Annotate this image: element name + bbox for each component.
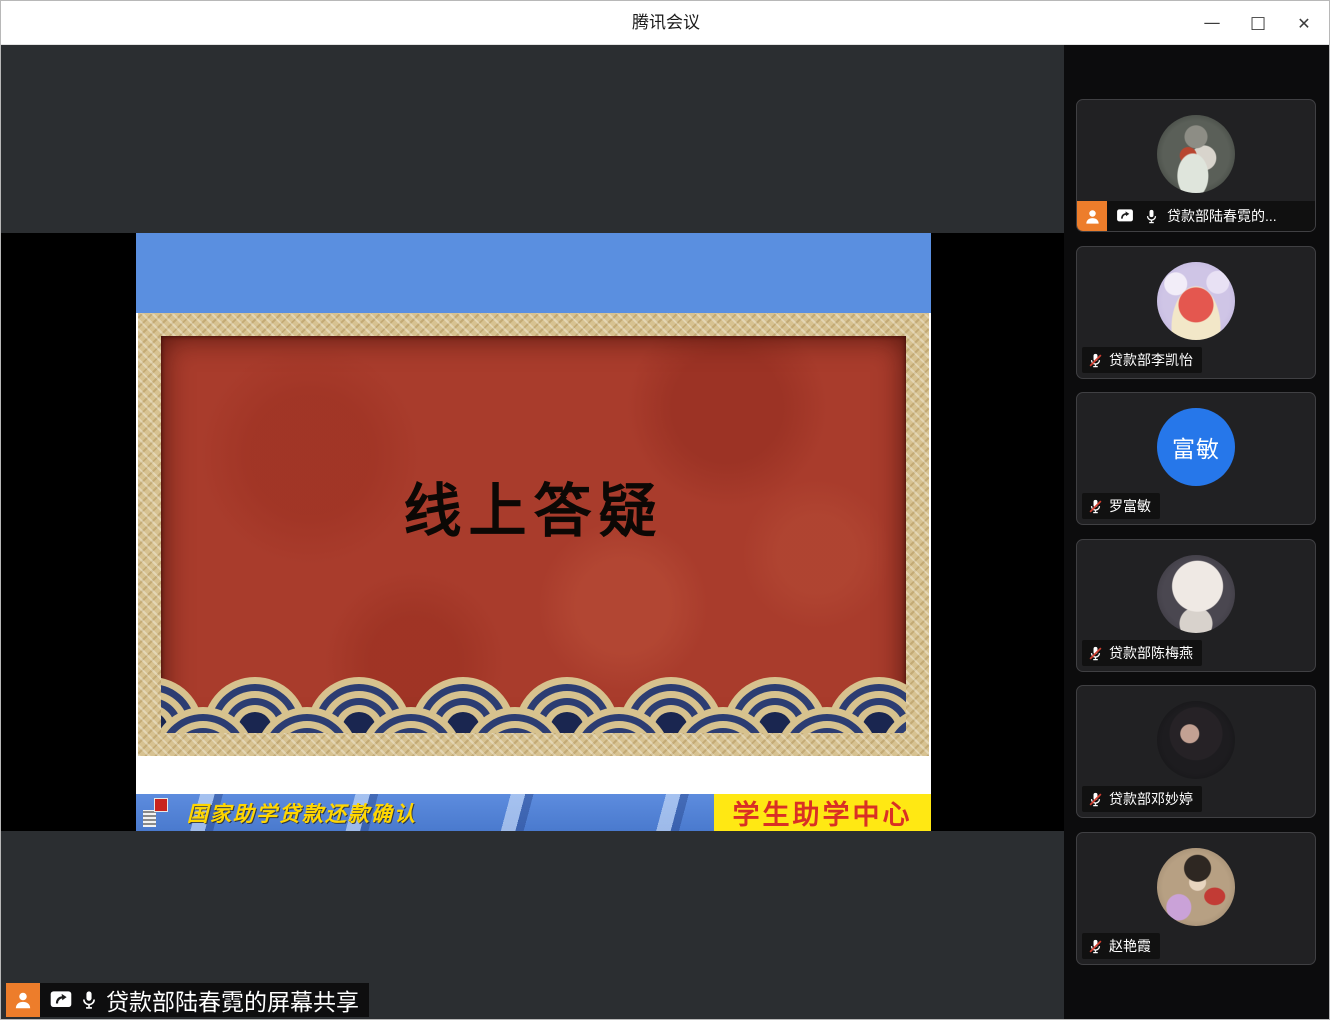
presenter-badge-icon	[6, 983, 40, 1017]
participant-name: 贷款部陆春霓的...	[1167, 208, 1277, 224]
participant-tile-chenmeiyan[interactable]: 贷款部陈梅燕	[1076, 539, 1316, 672]
participant-tile-luchunni[interactable]: 贷款部陆春霓的...	[1076, 99, 1316, 232]
screen-share-icon	[49, 990, 73, 1009]
microphone-icon	[1146, 208, 1157, 223]
participant-name-chip: 罗富敏	[1082, 493, 1160, 519]
maximize-button[interactable]: □	[1235, 1, 1281, 45]
participant-tile-luofumin[interactable]: 富敏 罗富敏	[1076, 392, 1316, 525]
participant-name-chip: 贷款部李凯怡	[1082, 347, 1202, 373]
minimize-button[interactable]: —	[1189, 1, 1235, 45]
participant-name: 贷款部陈梅燕	[1109, 645, 1193, 661]
avatar	[1157, 555, 1235, 633]
muted-microphone-icon	[1087, 938, 1104, 955]
avatar	[1157, 701, 1235, 779]
participant-tile-zhaoyanxia[interactable]: 赵艳霞	[1076, 832, 1316, 965]
window-titlebar: 腾讯会议 — □ ✕	[1, 1, 1329, 45]
muted-microphone-icon	[1087, 645, 1104, 662]
participant-tile-likaiyi[interactable]: 贷款部李凯怡	[1076, 246, 1316, 379]
screen-share-indicator[interactable]: 贷款部陆春霓的屏幕共享	[6, 983, 369, 1017]
slide-footer-left-text: 国家助学贷款还款确认	[187, 801, 417, 826]
participant-name: 罗富敏	[1109, 498, 1151, 514]
participants-sidebar: 贷款部陆春霓的... 贷款部李凯怡 富敏 罗富敏 贷款部陈梅燕 贷款部邓妙婷 赵…	[1064, 45, 1329, 1019]
window-controls: — □ ✕	[1189, 1, 1327, 45]
close-button[interactable]: ✕	[1281, 1, 1327, 45]
presentation-slide: 线上答疑 国家助学贷款还款确认 学生助学中心	[136, 233, 931, 831]
slide-top-band	[136, 233, 931, 313]
participant-name: 贷款部李凯怡	[1109, 352, 1193, 368]
slide-white-strip	[136, 756, 931, 791]
muted-microphone-icon	[1087, 352, 1104, 369]
slide-footer-banner: 国家助学贷款还款确认	[136, 794, 714, 831]
screen-share-indicator-label: 贷款部陆春霓的屏幕共享	[40, 983, 369, 1017]
participant-name: 贷款部邓妙婷	[1109, 791, 1193, 807]
slide-footer: 国家助学贷款还款确认 学生助学中心	[136, 794, 931, 831]
slide-logo-icon	[142, 798, 169, 827]
shared-screen-video: 线上答疑 国家助学贷款还款确认 学生助学中心	[1, 233, 1064, 831]
avatar: 富敏	[1157, 408, 1235, 486]
slide-title: 线上答疑	[403, 479, 664, 544]
avatar	[1157, 262, 1235, 340]
slide-red-panel: 线上答疑	[161, 336, 906, 733]
muted-microphone-icon	[1087, 498, 1104, 515]
screen-share-stage: 线上答疑 国家助学贷款还款确认 学生助学中心 贷款部陆春霓的屏幕共享	[1, 45, 1064, 1019]
participant-name-chip: 赵艳霞	[1082, 933, 1160, 959]
muted-microphone-icon	[1087, 791, 1104, 808]
app-window: 腾讯会议 — □ ✕ 线上答疑 国家助学贷款还款确认 学生助学中心 贷款部陆春霓…	[0, 0, 1330, 1020]
presenter-badge-icon	[1077, 201, 1107, 231]
slide-gold-frame: 线上答疑	[138, 313, 929, 756]
avatar	[1157, 115, 1235, 193]
microphone-icon	[83, 990, 95, 1009]
slide-footer-badge: 学生助学中心	[714, 794, 931, 831]
participant-name-chip: 贷款部邓妙婷	[1082, 786, 1202, 812]
participant-tile-dengmiaoting[interactable]: 贷款部邓妙婷	[1076, 685, 1316, 818]
participant-name: 赵艳霞	[1109, 938, 1151, 954]
seigaiha-wave-pattern	[161, 677, 906, 733]
avatar	[1157, 848, 1235, 926]
participant-status-bar: 贷款部陆春霓的...	[1077, 201, 1315, 231]
window-title: 腾讯会议	[632, 13, 700, 32]
screen-share-icon	[1116, 208, 1134, 223]
screen-share-indicator-text: 贷款部陆春霓的屏幕共享	[106, 989, 359, 1015]
participant-name-chip: 贷款部陈梅燕	[1082, 640, 1202, 666]
